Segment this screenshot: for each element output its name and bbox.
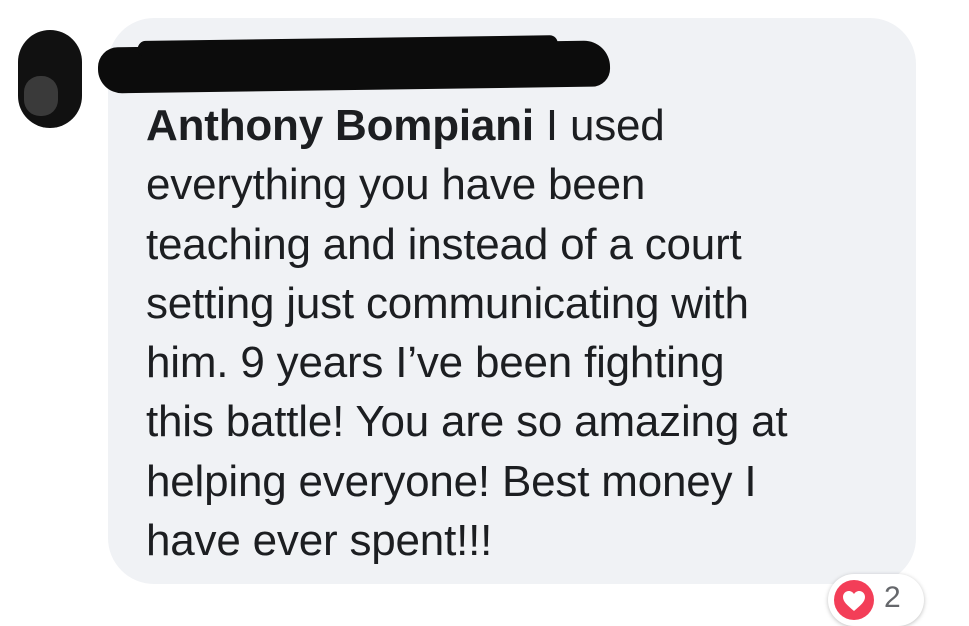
comment-line-5: him. 9 years I’ve been fighting [146, 338, 725, 388]
comment-author[interactable]: Anthony Bompiani [146, 101, 534, 150]
commenter-avatar[interactable] [18, 30, 82, 128]
comment-text-segment: I used [533, 101, 665, 150]
comment-line-1: Anthony Bompiani I used [146, 96, 886, 155]
comment-text: Anthony Bompiani I used everything you h… [146, 96, 886, 570]
comment-line-8: have ever spent!!! [146, 516, 493, 566]
avatar-shadow [24, 76, 58, 116]
comment-line-2: everything you have been [146, 160, 646, 210]
heart-icon [834, 580, 874, 620]
redacted-tagged-name [97, 40, 611, 94]
comment-line-4: setting just communicating with [146, 278, 749, 328]
comment-line-6: this battle! You are so amazing at [146, 397, 788, 447]
reaction-summary[interactable]: 2 [828, 574, 924, 626]
comment-line-3: teaching and instead of a court [146, 219, 742, 269]
reaction-count: 2 [884, 581, 901, 614]
comment-line-7: helping everyone! Best money I [146, 456, 757, 506]
